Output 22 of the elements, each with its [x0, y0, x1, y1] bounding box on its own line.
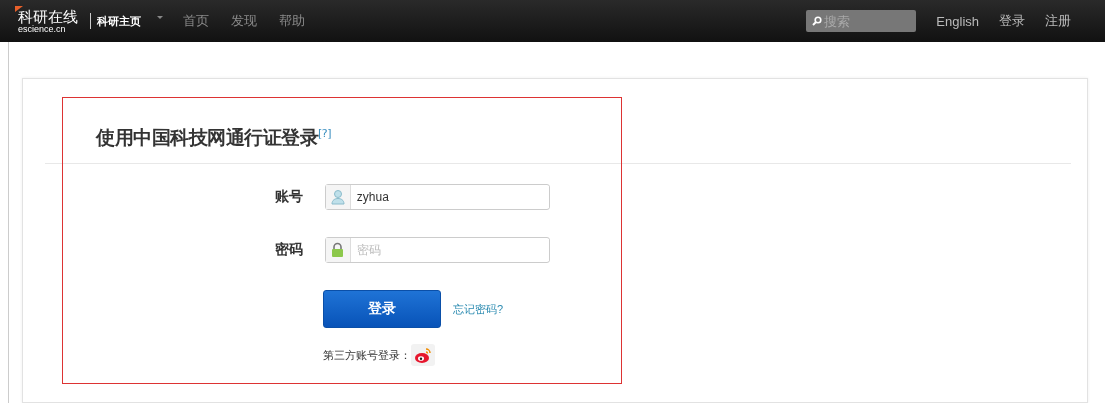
caret-icon[interactable]: [157, 15, 163, 19]
login-button[interactable]: 登录: [323, 290, 441, 328]
page-title: 使用中国科技网通行证登录$^{[?]}$: [96, 125, 332, 150]
weibo-icon[interactable]: [411, 344, 435, 366]
user-icon: [330, 189, 345, 205]
username-field[interactable]: zyhua: [325, 184, 550, 210]
logo-title[interactable]: 科研在线: [18, 8, 78, 24]
logo-domain: escience.cn: [18, 24, 66, 34]
password-field[interactable]: 密码: [325, 237, 550, 263]
nav-link[interactable]: English: [936, 13, 979, 29]
field-label: 密码: [274, 241, 303, 259]
home-link[interactable]: 科研主页: [97, 13, 141, 29]
nav-link[interactable]: 发现: [231, 12, 257, 30]
nav-link[interactable]: 登录: [999, 12, 1025, 30]
forgot-password-link[interactable]: 忘记密码?: [453, 301, 504, 317]
third-party-label: 第三方账号登录：: [323, 347, 411, 363]
search-icon: [812, 16, 823, 26]
nav-link[interactable]: 帮助: [279, 12, 305, 30]
field-label: 账号: [274, 188, 303, 206]
nav-link[interactable]: 注册: [1045, 12, 1071, 30]
nav-link[interactable]: 首页: [183, 12, 209, 30]
lock-icon: [331, 242, 345, 258]
